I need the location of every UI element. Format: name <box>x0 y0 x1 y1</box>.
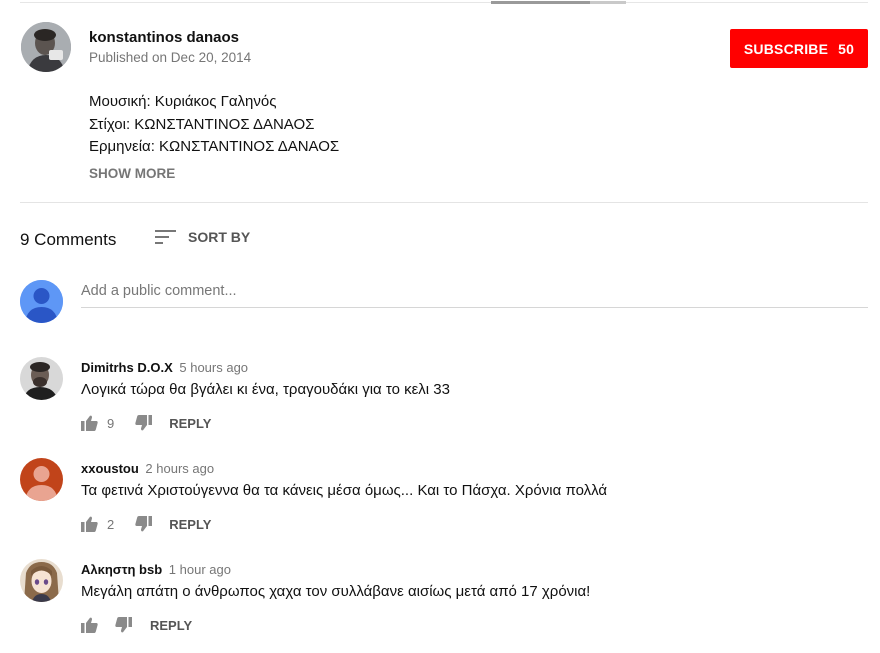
description-line: Ερμηνεία: ΚΩΝΣΤΑΝΤΙΝΟΣ ΔΑΝΑΟΣ <box>89 138 340 155</box>
comments-count: 9 Comments <box>20 230 117 249</box>
like-count: 2 <box>107 516 115 532</box>
reply-button[interactable]: REPLY <box>169 517 211 532</box>
comment-header: Αλκηστη bsb 1 hour ago <box>81 562 231 577</box>
video-description: Μουσική: Κυριάκος Γαληνός Στίχοι: ΚΩΝΣΤΑ… <box>89 91 339 159</box>
comment-actions: REPLY <box>81 616 192 634</box>
default-user-icon <box>20 280 63 323</box>
user-photo-icon <box>20 357 63 400</box>
comment-actions: 2 REPLY <box>81 515 211 533</box>
comment-avatar[interactable] <box>20 559 63 602</box>
comment-text: Μεγάλη απάτη ο άνθρωπος χαχα τον συλλάβα… <box>81 583 591 600</box>
description-line: Στίχοι: ΚΩΝΣΤΑΝΤΙΝΟΣ ΔΑΝΑΟΣ <box>89 115 315 133</box>
subscriber-count: 50 <box>838 40 855 57</box>
thumbs-up-icon <box>81 617 98 633</box>
thumbs-down-icon <box>135 516 153 532</box>
subscribe-label: SUBSCRIBE <box>743 40 829 57</box>
comment-item: Αλκηστη bsb 1 hour ago Μεγάλη απάτη ο άν… <box>20 559 868 649</box>
comment-text: Λογικά τώρα θα βγάλει κι ένα, τραγουδάκι… <box>81 381 450 398</box>
comment-author[interactable]: xxoustou <box>81 461 139 476</box>
comment-header: xxoustou 2 hours ago <box>81 461 214 476</box>
comment-actions: 9 REPLY <box>81 414 211 432</box>
channel-photo-icon <box>21 22 71 72</box>
dislike-button[interactable] <box>135 415 153 431</box>
sentiment-bar-dislikes <box>590 1 626 4</box>
description-line: Μουσική: Κυριάκος Γαληνός <box>89 93 277 110</box>
comment-time[interactable]: 5 hours ago <box>179 360 248 375</box>
thumbs-up-icon <box>81 516 98 532</box>
comment-avatar[interactable] <box>20 357 63 400</box>
current-user-avatar <box>20 280 63 323</box>
section-divider <box>20 202 868 203</box>
add-comment-underline <box>81 307 868 308</box>
show-more-button[interactable]: SHOW MORE <box>89 166 175 181</box>
channel-name[interactable]: konstantinos danaos <box>89 29 239 46</box>
thumbs-up-icon <box>81 415 98 431</box>
comment-author[interactable]: Αλκηστη bsb <box>81 562 162 577</box>
comment-avatar[interactable] <box>20 458 63 501</box>
comment-time[interactable]: 2 hours ago <box>145 461 214 476</box>
dislike-button[interactable] <box>115 617 132 633</box>
sentiment-bar-likes <box>491 1 590 4</box>
like-button[interactable] <box>81 516 98 532</box>
channel-avatar[interactable] <box>21 22 71 72</box>
comment-author[interactable]: Dimitrhs D.O.X <box>81 360 173 375</box>
subscribe-button[interactable]: SUBSCRIBE 50 <box>730 29 868 68</box>
comment-text: Τα φετινά Χριστούγεννα θα τα κάνεις μέσα… <box>81 482 608 499</box>
dislike-button[interactable] <box>135 516 153 532</box>
publish-date: Published on Dec 20, 2014 <box>89 50 252 65</box>
comment-item: Dimitrhs D.O.X 5 hours ago Λογικά τώρα θ… <box>20 357 868 447</box>
add-comment-input[interactable]: Add a public comment... <box>81 283 237 299</box>
comment-item: xxoustou 2 hours ago Τα φετινά Χριστούγε… <box>20 458 868 548</box>
thumbs-down-icon <box>135 415 153 431</box>
sort-by-button[interactable]: SORT BY <box>155 229 250 245</box>
comment-header: Dimitrhs D.O.X 5 hours ago <box>81 360 248 375</box>
top-separator <box>20 2 868 3</box>
like-button[interactable] <box>81 617 98 633</box>
reply-button[interactable]: REPLY <box>150 618 192 633</box>
sort-icon <box>155 230 176 244</box>
default-user-icon <box>20 458 63 501</box>
comment-time[interactable]: 1 hour ago <box>169 562 231 577</box>
sort-by-label: SORT BY <box>188 229 251 245</box>
like-count: 9 <box>107 415 115 431</box>
thumbs-down-icon <box>115 617 132 633</box>
anime-avatar-icon <box>20 559 63 602</box>
reply-button[interactable]: REPLY <box>169 416 211 431</box>
like-button[interactable] <box>81 415 98 431</box>
